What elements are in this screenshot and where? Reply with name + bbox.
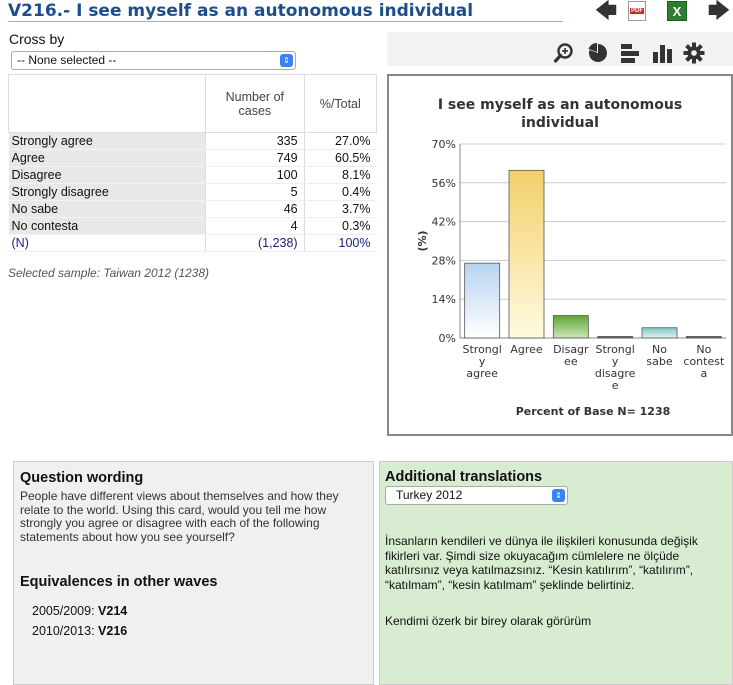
equivalence-wave: 2010/2013: (32, 624, 95, 638)
translations-panel: Additional translations Turkey 2012 ⇕ İn… (379, 461, 733, 685)
pdf-badge: PDF (630, 8, 644, 14)
row-cases: 5 (205, 183, 305, 201)
table-total-row: (N) (1,238) 100% (8, 234, 377, 252)
pie-chart-icon[interactable] (587, 42, 609, 64)
row-pct: 0.3% (303, 217, 377, 235)
y-tick-label: 70% (432, 138, 456, 151)
y-tick-label: 42% (432, 216, 456, 229)
chart-toolbar (387, 32, 733, 66)
translation-selected-value: Turkey 2012 (396, 488, 463, 502)
row-label: Strongly disagree (8, 183, 206, 201)
y-tick-label: 0% (439, 332, 456, 345)
translation-line: fikirleri var. Şimdi size okuyacağım cüm… (385, 548, 680, 563)
row-cases: 335 (205, 132, 305, 150)
sample-note: Selected sample: Taiwan 2012 (1238) (8, 266, 210, 280)
question-panel: Question wording People have different v… (13, 461, 374, 685)
table-row: No contesta 4 0.3% (8, 217, 377, 235)
row-label: Strongly agree (8, 132, 206, 150)
chart-container: I see myself as an autonomous individual 0… (387, 74, 733, 436)
translation-line: katılırsınız veya katılmazsınız. “Kesin … (385, 563, 694, 577)
equivalence-item: 2005/2009: V214 (32, 604, 127, 618)
crossby-select[interactable]: -- None selected -- ⇕ (11, 51, 296, 70)
bar (685, 336, 722, 339)
y-tick-label: 28% (432, 254, 456, 267)
vertical-bar-icon[interactable] (651, 42, 673, 64)
chart-title: I see myself as an autonomous (438, 97, 682, 113)
row-cases: 100 (205, 166, 305, 184)
question-line: strongly you agree or disagree with each… (20, 516, 320, 530)
row-label: Agree (8, 149, 206, 167)
total-pct: 100% (303, 234, 377, 252)
table-row: No sabe 46 3.7% (8, 200, 377, 218)
pdf-icon[interactable]: PDF (628, 1, 646, 21)
bar (508, 169, 545, 339)
translation-select[interactable]: Turkey 2012 ⇕ (385, 486, 568, 505)
excel-icon[interactable]: X (667, 1, 687, 21)
row-pct: 60.5% (303, 149, 377, 167)
row-pct: 0.4% (303, 183, 377, 201)
row-cases: 749 (205, 149, 305, 167)
zoom-icon[interactable] (553, 42, 575, 64)
question-line: People have different views about themse… (20, 489, 339, 503)
row-label: Disagree (8, 166, 206, 184)
y-tick-label: 56% (432, 177, 456, 190)
bar (552, 315, 589, 339)
table-row: Strongly disagree 5 0.4% (8, 183, 377, 201)
x-tick-label: Agree (510, 343, 543, 356)
table-row: Agree 749 60.5% (8, 149, 377, 167)
row-label: No sabe (8, 200, 206, 218)
x-tick-label: ee (564, 355, 578, 368)
top-toolbar: 🡄 PDF X 🡆 (590, 0, 733, 24)
row-cases: 4 (205, 217, 305, 235)
arrow-right-icon[interactable]: 🡆 (707, 0, 731, 22)
table-row: Strongly agree 335 27.0% (8, 132, 377, 150)
row-pct: 27.0% (303, 132, 377, 150)
x-tick-label: a (700, 367, 707, 380)
translation-line: “katılmam”, “kesin katılmam” şeklinde be… (385, 577, 635, 592)
arrow-left-icon[interactable]: 🡄 (594, 0, 618, 22)
equivalence-var[interactable]: V214 (98, 604, 127, 618)
bar (597, 336, 634, 339)
row-label: No contesta (8, 217, 206, 235)
question-line: relate to the world. Using this card, wo… (20, 502, 327, 517)
translation-line: İnsanların kendileri ve dünya ile ilişki… (385, 534, 698, 548)
frequency-table: Number of cases %/Total Strongly agree 33… (7, 74, 378, 252)
table-corner (7, 74, 207, 133)
col-header-cases: Number of cases (205, 74, 305, 133)
x-tick-label: sabe (646, 355, 672, 368)
chevron-updown-icon: ⇕ (552, 489, 565, 502)
question-line: statements about how you see yourself? (20, 529, 235, 544)
gear-icon[interactable] (683, 42, 705, 64)
page-title: V216.- I see myself as an autonomous ind… (8, 0, 563, 22)
x-tick-label: agree (466, 367, 498, 380)
crossby-selected-value: -- None selected -- (17, 53, 117, 67)
total-label: (N) (8, 234, 206, 252)
equivalence-item: 2010/2013: V216 (32, 624, 127, 638)
row-pct: 3.7% (303, 200, 377, 218)
bar (464, 262, 501, 339)
equivalence-var[interactable]: V216 (98, 624, 127, 638)
chevron-updown-icon: ⇕ (280, 54, 293, 67)
col-header-total: %/Total (303, 74, 378, 133)
y-tick-label: 14% (432, 293, 456, 306)
horizontal-bar-icon[interactable] (619, 42, 641, 64)
row-pct: 8.1% (303, 166, 377, 184)
row-cases: 46 (205, 200, 305, 218)
chart-title: individual (521, 115, 599, 131)
question-heading: Question wording (20, 470, 144, 486)
y-axis-label: (%) (416, 230, 429, 251)
crossby-label: Cross by (9, 31, 65, 47)
x-axis-label: Percent of Base N= 1238 (516, 405, 671, 418)
translations-heading: Additional translations (385, 469, 543, 485)
equivalences-heading: Equivalences in other waves (20, 574, 218, 590)
x-tick-label: e (612, 379, 619, 392)
total-cases: (1,238) (205, 234, 305, 252)
translation-statement: Kendimi özerk bir birey olarak görürüm (385, 614, 592, 628)
bar-chart: I see myself as an autonomous individual 0… (416, 97, 726, 418)
equivalence-wave: 2005/2009: (32, 604, 95, 618)
table-row: Disagree 100 8.1% (8, 166, 377, 184)
bar (641, 327, 678, 339)
